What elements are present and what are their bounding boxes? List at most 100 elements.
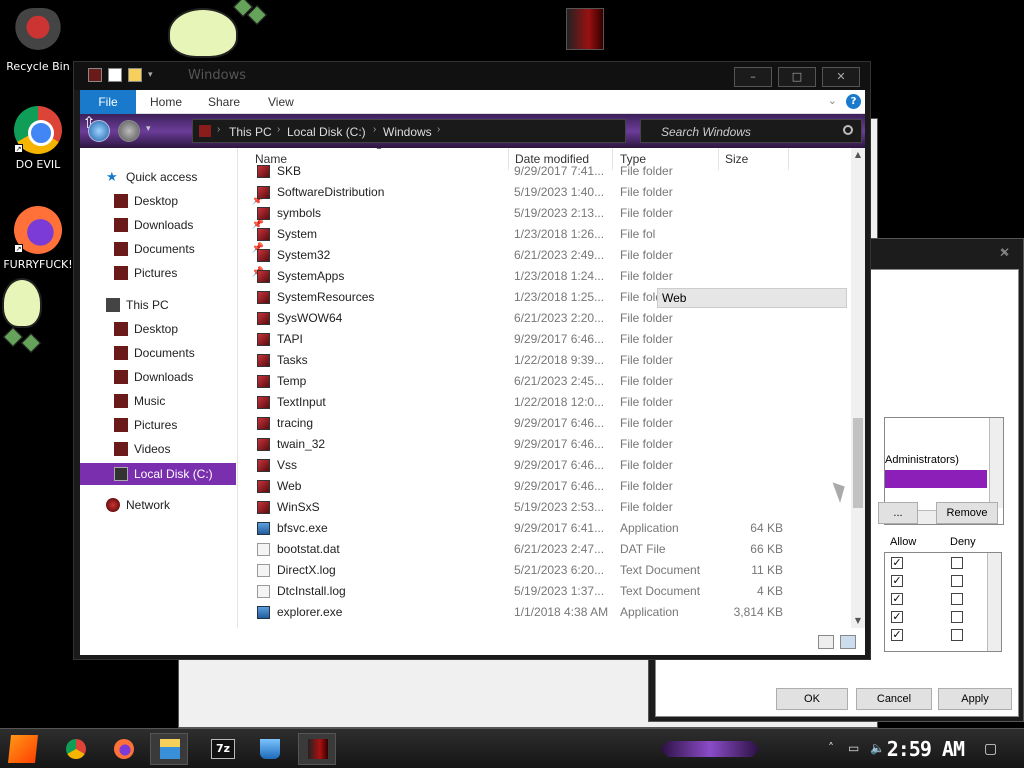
file-row[interactable]: System 1/23/2018 1:26... File fol [239,224,849,245]
file-row[interactable]: tracing 9/29/2017 6:46... File folder [239,413,849,434]
breadcrumb-windows[interactable]: Windows [383,125,432,139]
allow-checkbox[interactable]: ✓ [891,629,903,641]
breadcrumb-this-pc[interactable]: This PC [229,125,272,139]
nav-downloads-pinned[interactable]: Downloads 📌 [114,214,264,236]
back-button[interactable] [88,120,110,142]
file-row[interactable]: System32 6/21/2023 2:49... File folder [239,245,849,266]
nav-documents-pinned[interactable]: Documents 📌 [114,238,264,260]
search-input[interactable]: Search Windows [640,119,862,143]
file-row[interactable]: Temp 6/21/2023 2:45... File folder [239,371,849,392]
tab-view[interactable]: View [268,90,294,114]
close-icon[interactable]: ✕ [992,244,1016,262]
file-row[interactable]: TAPI 9/29/2017 6:46... File folder [239,329,849,350]
file-row[interactable]: twain_32 9/29/2017 6:46... File folder [239,434,849,455]
nav-this-pc[interactable]: This PC [106,294,236,316]
tab-file[interactable]: File [80,90,136,114]
nav-music[interactable]: Music [114,390,234,412]
file-row[interactable]: bootstat.dat 6/21/2023 2:47... DAT File 66 … [239,539,849,560]
file-row[interactable]: symbols 5/19/2023 2:13... File folder [239,203,849,224]
minimize-button[interactable]: – [734,67,772,87]
allow-checkbox[interactable]: ✓ [891,557,903,569]
maximize-button[interactable]: □ [778,67,816,87]
nav-videos[interactable]: Videos [114,438,234,460]
file-row[interactable]: DtcInstall.log 5/19/2023 1:37... Text Docu… [239,581,849,602]
allow-checkbox[interactable]: ✓ [891,575,903,587]
taskbar-firefox[interactable] [104,733,142,765]
title-bar[interactable]: ▾ Windows – □ ✕ [74,62,870,90]
taskbar-file-explorer[interactable] [150,733,188,765]
scroll-thumb[interactable] [853,418,863,508]
taskbar-clock[interactable]: 2:59 AM [887,737,965,761]
deny-checkbox[interactable] [951,593,963,605]
close-button[interactable]: ✕ [822,67,860,87]
desktop-icon-chrome[interactable]: ↗ DO EVIL [0,106,76,171]
nav-local-disk[interactable]: Local Disk (C:) [80,463,236,485]
file-row[interactable]: SKB 9/29/2017 7:41... File folder [239,161,849,182]
vertical-scrollbar[interactable] [989,418,1003,508]
group-item-selected[interactable] [885,470,987,488]
taskbar-recycle[interactable] [250,733,288,765]
file-row[interactable]: SystemApps 1/23/2018 1:24... File folder [239,266,849,287]
allow-checkbox[interactable]: ✓ [891,593,903,605]
nav-network[interactable]: Network [106,494,236,516]
file-row[interactable]: WinSxS 5/19/2023 2:53... File folder [239,497,849,518]
start-button[interactable] [8,735,38,763]
vertical-scrollbar[interactable]: ▲ ▼ [851,148,865,628]
deny-checkbox[interactable] [951,575,963,587]
allow-checkbox[interactable]: ✓ [891,611,903,623]
tab-home[interactable]: Home [150,90,182,114]
nav-desktop[interactable]: Desktop [114,318,234,340]
cancel-button[interactable]: Cancel [856,688,932,710]
tab-share[interactable]: Share [208,90,240,114]
notifications-icon[interactable]: ▢ [984,741,1000,757]
deny-checkbox[interactable] [951,629,963,641]
nav-pictures-pinned[interactable]: Pictures 📌 [114,262,264,284]
scroll-down-arrow[interactable]: ▼ [851,614,865,628]
nav-desktop-pinned[interactable]: Desktop 📌 [114,190,264,212]
folder-icon [257,270,270,283]
search-icon[interactable] [843,125,853,135]
breadcrumb-local-disk[interactable]: Local Disk (C:) [287,125,366,139]
deny-checkbox[interactable] [951,557,963,569]
apply-button[interactable]: Apply [938,688,1012,710]
expand-ribbon-icon[interactable]: ⌄ [828,94,837,107]
taskbar-system[interactable] [298,733,336,765]
network-tray-icon[interactable]: ▭ [848,741,864,757]
taskbar-7zip[interactable]: 7z [202,733,240,765]
file-row[interactable]: SoftwareDistribution 5/19/2023 1:40... Fil… [239,182,849,203]
allow-header: Allow [890,536,917,548]
scroll-up-arrow[interactable]: ▲ [851,148,865,162]
address-bar[interactable]: › This PC › Local Disk (C:) › Windows › [192,119,626,143]
file-row[interactable]: Vss 9/29/2017 6:46... File folder [239,455,849,476]
volume-icon[interactable]: 🔈 [870,741,886,757]
forward-button[interactable] [118,120,140,142]
large-icons-view-icon[interactable] [840,635,856,649]
deny-checkbox[interactable] [951,611,963,623]
file-row[interactable]: bfsvc.exe 9/29/2017 6:41... Application 64 … [239,518,849,539]
nav-documents[interactable]: Documents [114,342,234,364]
nav-pictures[interactable]: Pictures [114,414,234,436]
file-row[interactable]: TextInput 1/22/2018 12:0... File folder [239,392,849,413]
file-row[interactable]: SysWOW64 6/21/2023 2:20... File folder [239,308,849,329]
chevron-down-icon[interactable]: ▾ [148,70,153,80]
properties-icon[interactable] [108,68,122,82]
remove-button[interactable]: Remove [936,502,998,524]
desktop-icon-recycle-bin[interactable]: Recycle Bin [0,8,76,73]
nav-downloads[interactable]: Downloads [114,366,234,388]
ok-button[interactable]: OK [776,688,848,710]
vertical-scrollbar[interactable] [987,553,1001,651]
recent-locations-icon[interactable]: ▾ [146,124,151,134]
file-row[interactable]: Web 9/29/2017 6:46... File folder [239,476,849,497]
file-row[interactable]: Tasks 1/22/2018 9:39... File folder [239,350,849,371]
add-button[interactable]: ... [878,502,918,524]
desktop-icon-firefox[interactable]: ↗ FURRYFUCK! [0,206,76,271]
new-folder-icon[interactable] [128,68,142,82]
taskbar-chrome[interactable] [56,733,94,765]
nav-quick-access[interactable]: ★ Quick access [106,166,236,188]
file-row[interactable]: explorer.exe 1/1/2018 4:38 AM Application 3… [239,602,849,623]
chevron-up-icon[interactable]: ˄ [828,741,844,757]
file-name: Web [277,479,302,493]
file-row[interactable]: DirectX.log 5/21/2023 6:20... Text Documen… [239,560,849,581]
details-view-icon[interactable] [818,635,834,649]
help-icon[interactable]: ? [846,94,861,109]
